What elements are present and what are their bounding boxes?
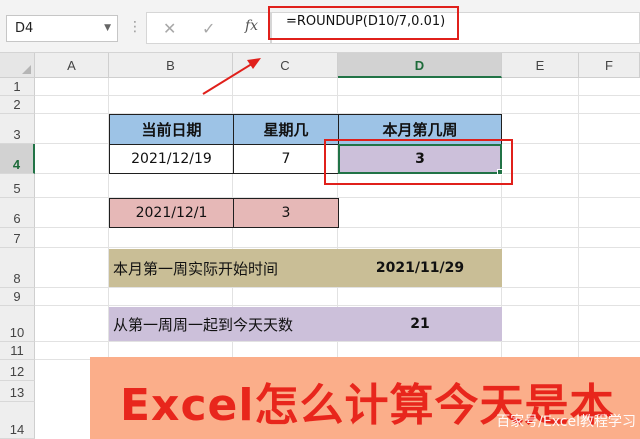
drag-handle-icon[interactable]: ⋮ bbox=[128, 20, 142, 34]
row-header-11[interactable]: 11 bbox=[0, 342, 35, 360]
result-highlight-box bbox=[324, 139, 513, 185]
cell-d10-days-value[interactable]: 21 bbox=[338, 307, 502, 341]
name-box-value: D4 bbox=[15, 21, 34, 36]
cell-b8-week-start-label[interactable]: 本月第一周实际开始时间 bbox=[109, 249, 338, 287]
formula-bar-area: D4 ▼ ⋮ ✕ ✓ fx =ROUNDUP(D10/7,0.01) bbox=[0, 0, 640, 53]
watermark: 百家号/Excel教程学习 bbox=[496, 414, 636, 430]
name-box[interactable]: D4 ▼ bbox=[6, 15, 118, 42]
header-current-date[interactable]: 当前日期 bbox=[109, 114, 234, 145]
row-header-7[interactable]: 7 bbox=[0, 228, 35, 248]
select-all-corner[interactable] bbox=[0, 53, 35, 78]
cell-b4-date[interactable]: 2021/12/19 bbox=[109, 144, 234, 174]
formula-input[interactable]: =ROUNDUP(D10/7,0.01) bbox=[268, 6, 459, 40]
cell-b6-first-day[interactable]: 2021/12/1 bbox=[109, 198, 234, 228]
row-header-6[interactable]: 6 bbox=[0, 198, 35, 228]
row-header-14[interactable]: 14 bbox=[0, 402, 35, 439]
row-header-4[interactable]: 4 bbox=[0, 144, 35, 174]
column-header-e[interactable]: E bbox=[502, 53, 579, 78]
cell-d8-week-start-value[interactable]: 2021/11/29 bbox=[338, 249, 502, 287]
title-banner: Excel怎么计算今天是本 百家号/Excel教程学习 bbox=[90, 357, 640, 439]
enter-icon[interactable]: ✓ bbox=[202, 19, 215, 38]
annotation-arrow-icon bbox=[202, 58, 261, 95]
row-header-1[interactable]: 1 bbox=[0, 78, 35, 96]
insert-function-icon[interactable]: fx bbox=[245, 18, 258, 34]
row-header-5[interactable]: 5 bbox=[0, 174, 35, 198]
column-header-f[interactable]: F bbox=[579, 53, 640, 78]
column-header-a[interactable]: A bbox=[35, 53, 109, 78]
name-box-dropdown-icon[interactable]: ▼ bbox=[104, 16, 111, 41]
cell-b10-days-label[interactable]: 从第一周周一起到今天天数 bbox=[109, 307, 338, 341]
row-header-8[interactable]: 8 bbox=[0, 248, 35, 288]
row-header-3[interactable]: 3 bbox=[0, 114, 35, 144]
column-header-d[interactable]: D bbox=[338, 53, 502, 78]
row-header-13[interactable]: 13 bbox=[0, 381, 35, 402]
row-header-2[interactable]: 2 bbox=[0, 96, 35, 114]
select-all-icon bbox=[22, 65, 31, 74]
cell-c6-first-day-weekday[interactable]: 3 bbox=[233, 198, 339, 228]
formula-buttons: ✕ ✓ fx bbox=[146, 12, 271, 44]
cancel-icon[interactable]: ✕ bbox=[163, 19, 176, 38]
row-header-12[interactable]: 12 bbox=[0, 360, 35, 381]
row-header-10[interactable]: 10 bbox=[0, 306, 35, 342]
row-header-9[interactable]: 9 bbox=[0, 288, 35, 306]
